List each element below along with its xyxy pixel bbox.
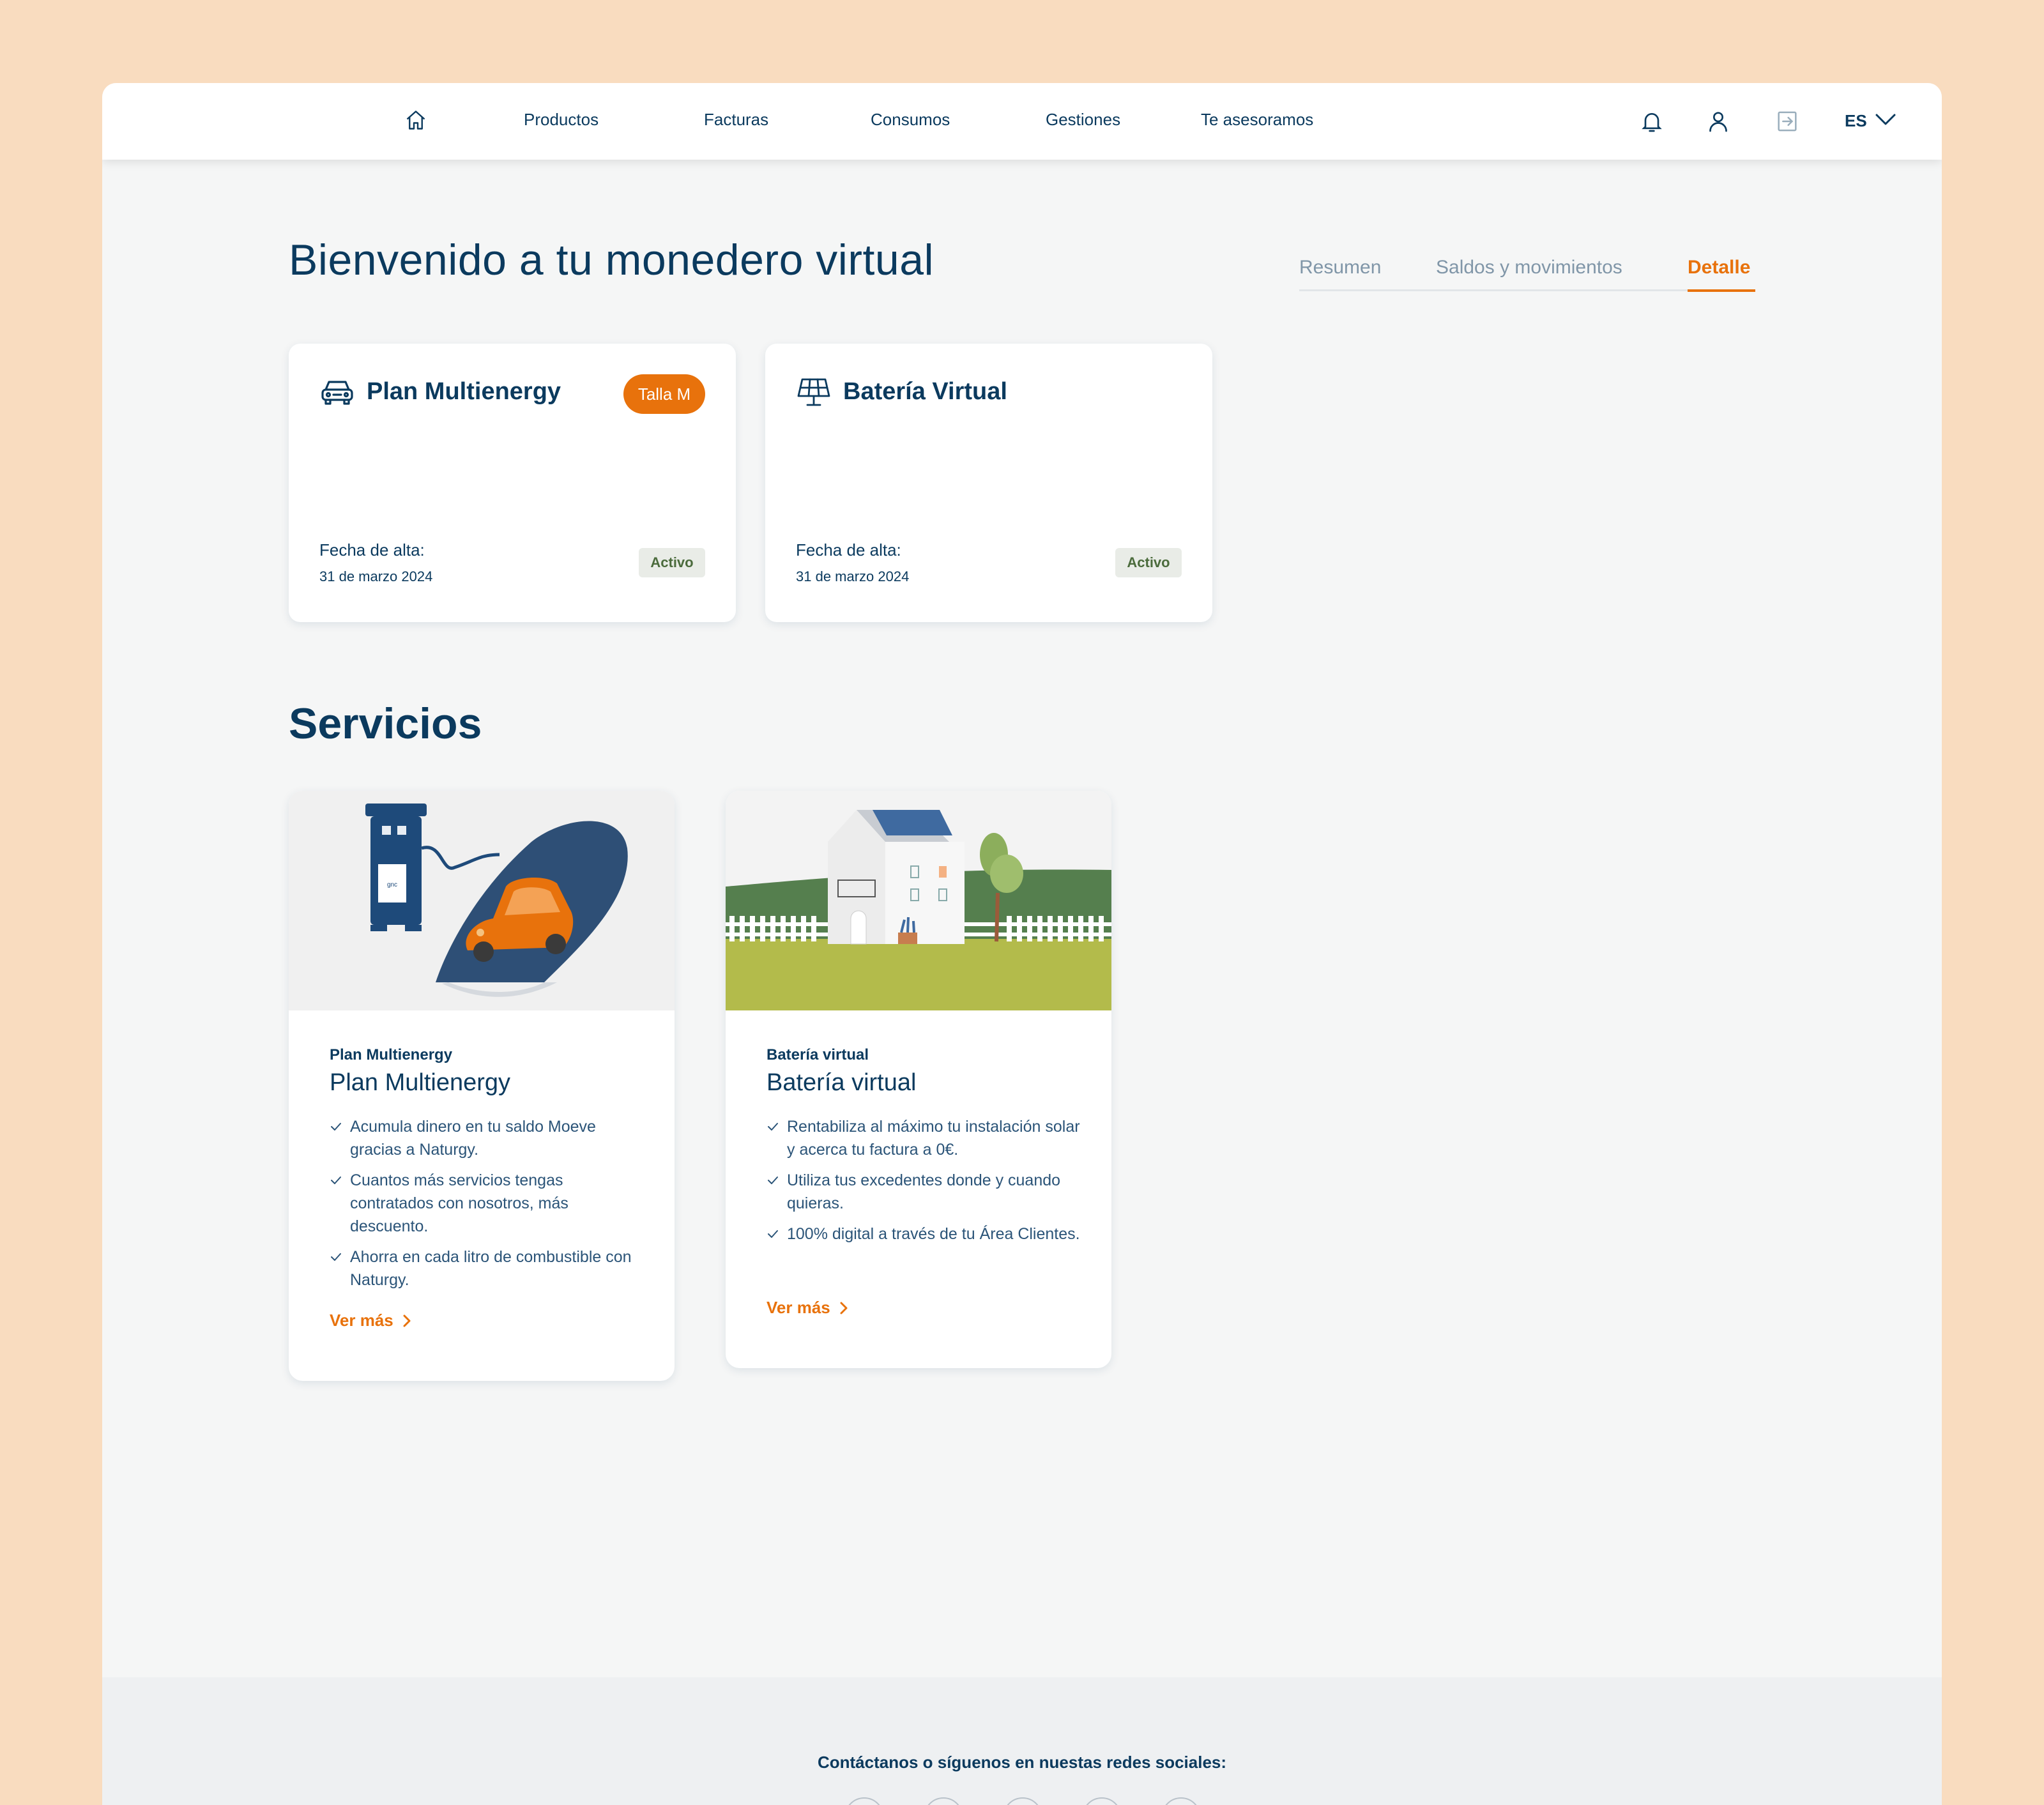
service-eyebrow: Plan Multienergy [330, 1046, 453, 1063]
fecha-value: 31 de marzo 2024 [796, 568, 910, 584]
check-icon [768, 1123, 778, 1131]
fecha-value: 31 de marzo 2024 [319, 568, 433, 584]
status-badge: Activo [1115, 548, 1182, 577]
page-title: Bienvenido a tu monedero virtual [289, 236, 934, 284]
social-icon[interactable] [1003, 1797, 1042, 1805]
chevron-right-icon [840, 1302, 848, 1314]
nav-consumos[interactable]: Consumos [871, 110, 950, 130]
service-card-plan-multienergy[interactable]: gnc Plan Multienergy Plan Multienergy Ac… [289, 791, 675, 1381]
tab-saldos-y-movimientos[interactable]: Saldos y movimientos [1436, 257, 1622, 278]
solar-panel-icon [797, 378, 830, 406]
tab-detalle[interactable]: Detalle [1688, 257, 1750, 278]
list-item: 100% digital a través de tu Área Cliente… [766, 1222, 1086, 1245]
check-icon [331, 1177, 341, 1184]
nav-gestiones[interactable]: Gestiones [1046, 110, 1120, 130]
top-navigation: Productos Facturas Consumos Gestiones Te… [102, 83, 1942, 160]
nav-te-asesoramos[interactable]: Te asesoramos [1201, 110, 1313, 130]
language-selector[interactable]: ES [1845, 111, 1867, 131]
check-icon [768, 1177, 778, 1184]
service-card-bateria-virtual[interactable]: Batería virtual Batería virtual Rentabil… [726, 791, 1111, 1368]
tab-bar: Resumen Saldos y movimientos Detalle [1299, 250, 1754, 291]
ver-mas-link[interactable]: Ver más [766, 1298, 850, 1318]
app-window: Productos Facturas Consumos Gestiones Te… [102, 83, 1942, 1805]
product-card-bateria-virtual[interactable]: Batería Virtual Fecha de alta: 31 de mar… [765, 344, 1212, 622]
product-title: Plan Multienergy [367, 378, 561, 405]
car-icon [321, 381, 353, 405]
social-icon[interactable] [1082, 1797, 1122, 1805]
service-title: Plan Multienergy [330, 1069, 511, 1096]
chevron-right-icon [403, 1314, 411, 1327]
list-item: Rentabiliza al máximo tu instalación sol… [766, 1115, 1086, 1161]
user-icon[interactable] [1705, 109, 1731, 134]
check-icon [331, 1253, 341, 1261]
social-icon[interactable] [844, 1797, 884, 1805]
svg-text:gnc: gnc [387, 881, 397, 888]
list-item: Ahorra en cada litro de combustible con … [330, 1245, 649, 1291]
service-eyebrow: Batería virtual [766, 1046, 869, 1063]
list-item: Utiliza tus excedentes donde y cuando qu… [766, 1169, 1086, 1215]
list-item: Cuantos más servicios tengas contratados… [330, 1169, 649, 1238]
product-card-plan-multienergy[interactable]: Plan Multienergy Talla M Fecha de alta: … [289, 344, 736, 622]
fuel-station-car-illustration: gnc [289, 791, 675, 1010]
ver-mas-link[interactable]: Ver más [330, 1311, 413, 1330]
logout-icon[interactable] [1774, 109, 1800, 134]
list-item: Acumula dinero en tu saldo Moeve gracias… [330, 1115, 649, 1161]
footer-contact-text: Contáctanos o síguenos en nuestas redes … [817, 1753, 1227, 1772]
fecha-label: Fecha de alta: [319, 540, 425, 560]
social-icon[interactable] [1161, 1797, 1201, 1805]
footer: Contáctanos o síguenos en nuestas redes … [102, 1677, 1942, 1805]
size-badge: Talla M [623, 374, 705, 414]
nav-facturas[interactable]: Facturas [704, 110, 768, 130]
benefit-list: Rentabiliza al máximo tu instalación sol… [766, 1115, 1086, 1253]
benefit-list: Acumula dinero en tu saldo Moeve gracias… [330, 1115, 649, 1299]
fecha-label: Fecha de alta: [796, 540, 901, 560]
check-icon [331, 1123, 341, 1131]
home-icon[interactable] [404, 109, 427, 132]
status-badge: Activo [639, 548, 705, 577]
services-title: Servicios [289, 699, 482, 748]
service-title: Batería virtual [766, 1069, 917, 1096]
bell-icon[interactable] [1639, 109, 1665, 134]
active-tab-indicator [1688, 289, 1755, 292]
check-icon [768, 1230, 778, 1238]
nav-productos[interactable]: Productos [524, 110, 599, 130]
social-icon[interactable] [924, 1797, 963, 1805]
chevron-down-icon[interactable] [1874, 111, 1897, 128]
house-solar-illustration [726, 791, 1111, 1010]
tab-resumen[interactable]: Resumen [1299, 257, 1381, 278]
product-title: Batería Virtual [843, 378, 1007, 405]
